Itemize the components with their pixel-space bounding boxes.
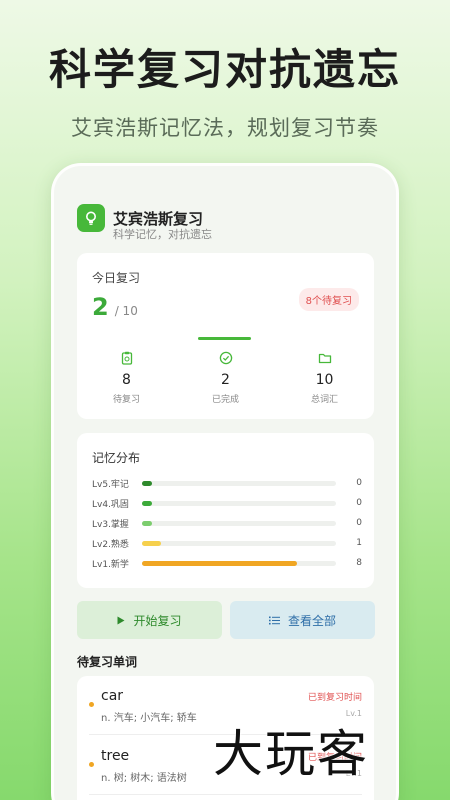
memory-level-track bbox=[142, 540, 336, 546]
memory-level-count: 1 bbox=[356, 538, 362, 548]
memory-level-fill bbox=[142, 500, 152, 506]
memory-level-count: 0 bbox=[356, 478, 362, 488]
lightbulb-icon bbox=[77, 204, 105, 232]
stat-label: 已完成 bbox=[211, 395, 239, 405]
word-meaning: n. 汽车; 小汽车; 轿车 bbox=[101, 713, 197, 724]
view-all-button[interactable]: 查看全部 bbox=[230, 601, 375, 639]
today-stats: 8 待复习 2 已完成 10 总词汇 bbox=[77, 351, 374, 405]
memory-level-track bbox=[142, 480, 336, 486]
memory-level-row: Lv1.新学 8 bbox=[92, 556, 362, 570]
stat-label: 待复习 bbox=[112, 395, 140, 405]
memory-level-row: Lv3.掌握 0 bbox=[92, 516, 362, 530]
memory-level-label: Lv2.熟悉 bbox=[92, 539, 129, 550]
start-review-button[interactable]: 开始复习 bbox=[77, 601, 222, 639]
word-text: car bbox=[101, 688, 124, 704]
word-text: tree bbox=[101, 748, 130, 764]
memory-level-label: Lv5.牢记 bbox=[92, 479, 129, 490]
memory-level-fill bbox=[142, 540, 162, 546]
promo-headline: 科学复习对抗遗忘 bbox=[48, 45, 401, 94]
stat-pending[interactable]: 8 待复习 bbox=[77, 351, 176, 405]
stat-label: 总词汇 bbox=[310, 395, 338, 405]
today-review-card: 今日复习 2 / 10 8个待复习 8 待复习 2 已完成 10 总词汇 bbox=[77, 253, 374, 419]
memory-level-label: Lv1.新学 bbox=[92, 559, 129, 570]
stat-value: 2 bbox=[221, 372, 230, 388]
memory-level-count: 8 bbox=[356, 558, 362, 568]
stat-value: 10 bbox=[315, 372, 334, 388]
stat-total[interactable]: 10 总词汇 bbox=[275, 351, 374, 405]
memory-level-fill bbox=[142, 520, 152, 526]
memory-level-row: Lv4.巩固 0 bbox=[92, 496, 362, 510]
today-done-count: 2 bbox=[92, 293, 109, 321]
today-total-count: / 10 bbox=[114, 304, 138, 318]
memory-level-track bbox=[142, 520, 336, 526]
today-progress: 2 / 10 bbox=[92, 293, 138, 321]
memory-level-count: 0 bbox=[356, 498, 362, 508]
memory-level-track bbox=[142, 560, 336, 566]
memory-title: 记忆分布 bbox=[92, 451, 141, 465]
tab-indicator bbox=[198, 337, 251, 340]
list-icon bbox=[268, 616, 280, 625]
memory-level-label: Lv3.掌握 bbox=[92, 519, 129, 530]
folder-icon bbox=[275, 351, 374, 365]
status-dot bbox=[89, 702, 94, 707]
pending-badge[interactable]: 8个待复习 bbox=[298, 288, 359, 311]
check-circle-icon bbox=[176, 351, 275, 365]
app-subtitle: 科学记忆，对抗遗忘 bbox=[113, 228, 212, 241]
memory-level-label: Lv4.巩固 bbox=[92, 499, 129, 510]
stat-value: 8 bbox=[122, 372, 131, 388]
status-dot bbox=[89, 762, 94, 767]
start-review-label: 开始复习 bbox=[133, 613, 182, 628]
memory-level-count: 0 bbox=[356, 518, 362, 528]
memory-distribution-card: 记忆分布 Lv5.牢记 0 Lv4.巩固 0 Lv3.掌握 0 Lv2.熟悉 1… bbox=[77, 433, 374, 588]
phone-frame: 艾宾浩斯复习 科学记忆，对抗遗忘 今日复习 2 / 10 8个待复习 8 待复习 bbox=[51, 163, 399, 800]
memory-level-track bbox=[142, 500, 336, 506]
word-meaning: n. 树; 树木; 语法树 bbox=[101, 773, 187, 784]
memory-level-row: Lv5.牢记 0 bbox=[92, 476, 362, 490]
view-all-label: 查看全部 bbox=[287, 613, 336, 628]
word-status: 已到复习时间 bbox=[307, 693, 362, 703]
today-review-label: 今日复习 bbox=[92, 271, 141, 285]
play-icon bbox=[117, 616, 125, 625]
promo-subline: 艾宾浩斯记忆法，规划复习节奏 bbox=[71, 116, 379, 140]
memory-level-fill bbox=[142, 560, 298, 566]
stat-completed[interactable]: 2 已完成 bbox=[176, 351, 275, 405]
memory-level-row: Lv2.熟悉 1 bbox=[92, 536, 362, 550]
watermark-logo: 大玩客 bbox=[213, 725, 369, 783]
clipboard-icon bbox=[77, 351, 176, 365]
divider bbox=[89, 794, 362, 795]
memory-level-fill bbox=[142, 480, 152, 486]
pending-words-title: 待复习单词 bbox=[77, 655, 138, 669]
